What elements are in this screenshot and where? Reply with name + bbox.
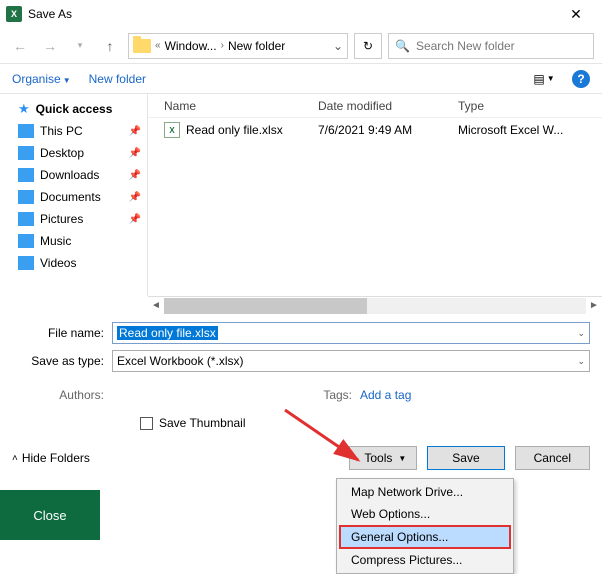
breadcrumb-seg[interactable]: Window...	[165, 39, 217, 53]
sidebar-item-label: Downloads	[40, 168, 99, 182]
help-button[interactable]: ?	[572, 70, 590, 88]
folder-icon	[133, 39, 151, 53]
refresh-button[interactable]: ↻	[354, 33, 382, 59]
sidebar-item-label: This PC	[40, 124, 83, 138]
dropdown-caret-icon: ▼	[398, 454, 406, 463]
nav-recent-dropdown[interactable]: ▾	[68, 34, 92, 58]
breadcrumb-bar[interactable]: « Window... › New folder ⌄	[128, 33, 348, 59]
explorer-toolbar: Organise▼ New folder ▤▼ ?	[0, 64, 602, 94]
nav-back-button[interactable]: ←	[8, 34, 32, 58]
search-icon: 🔍	[395, 39, 410, 53]
authors-label: Authors:	[12, 388, 112, 402]
sidebar-item-music[interactable]: Music	[0, 230, 147, 252]
savetype-dropdown[interactable]: Excel Workbook (*.xlsx) ⌄	[112, 350, 590, 372]
add-tag-link[interactable]: Add a tag	[360, 388, 411, 402]
file-date: 7/6/2021 9:49 AM	[318, 123, 458, 137]
nav-forward-button[interactable]: →	[38, 34, 62, 58]
star-icon: ★	[18, 101, 30, 117]
pin-icon: 📌	[129, 126, 141, 137]
file-row[interactable]: X Read only file.xlsx 7/6/2021 9:49 AM M…	[148, 118, 602, 142]
downloads-icon	[18, 168, 34, 182]
save-form: File name: Read only file.xlsx ⌄ Save as…	[0, 314, 602, 384]
column-headers: Name Date modified Type	[148, 94, 602, 118]
sidebar-item-this-pc[interactable]: This PC 📌	[0, 120, 147, 142]
dropdown-icon[interactable]: ⌄	[577, 356, 585, 367]
videos-icon	[18, 256, 34, 270]
pictures-icon	[18, 212, 34, 226]
pin-icon: 📌	[129, 170, 141, 181]
search-input[interactable]: 🔍 Search New folder	[388, 33, 594, 59]
menu-item-general-options[interactable]: General Options...	[339, 525, 511, 549]
hide-folders-button[interactable]: ˄ Hide Folders	[12, 451, 90, 465]
scroll-thumb[interactable]	[164, 298, 367, 314]
excel-close-panel[interactable]: Close	[0, 490, 100, 540]
file-type: Microsoft Excel W...	[458, 123, 602, 137]
savetype-label: Save as type:	[12, 354, 112, 368]
save-button[interactable]: Save	[427, 446, 504, 470]
view-options-button[interactable]: ▤▼	[534, 69, 554, 89]
excel-file-icon: X	[164, 122, 180, 138]
save-thumbnail-checkbox[interactable]	[140, 417, 153, 430]
sidebar-item-desktop[interactable]: Desktop 📌	[0, 142, 147, 164]
savetype-value: Excel Workbook (*.xlsx)	[117, 354, 243, 368]
menu-item-web-options[interactable]: Web Options...	[337, 503, 513, 525]
save-thumbnail-row: Save Thumbnail	[0, 406, 602, 442]
filename-value: Read only file.xlsx	[117, 326, 218, 340]
sidebar-item-label: Quick access	[36, 102, 113, 116]
file-list-pane: Name Date modified Type X Read only file…	[148, 94, 602, 296]
sidebar-item-pictures[interactable]: Pictures 📌	[0, 208, 147, 230]
breadcrumb-seg[interactable]: New folder	[228, 39, 285, 53]
pin-icon: 📌	[129, 192, 141, 203]
sidebar-item-label: Videos	[40, 256, 76, 270]
explorer-body: ★ Quick access This PC 📌 Desktop 📌 Downl…	[0, 94, 602, 296]
cancel-button[interactable]: Cancel	[515, 446, 590, 470]
sidebar: ★ Quick access This PC 📌 Desktop 📌 Downl…	[0, 94, 148, 296]
chevron-up-icon: ˄	[12, 453, 18, 464]
column-type-header[interactable]: Type	[458, 99, 602, 113]
music-icon	[18, 234, 34, 248]
chevron-icon: «	[155, 40, 161, 51]
new-folder-button[interactable]: New folder	[89, 72, 146, 86]
sidebar-item-label: Pictures	[40, 212, 83, 226]
meta-row: Authors: Tags: Add a tag	[0, 384, 602, 406]
title-bar: X Save As ✕	[0, 0, 602, 28]
authors-value[interactable]	[112, 388, 312, 402]
pin-icon: 📌	[129, 214, 141, 225]
sidebar-item-downloads[interactable]: Downloads 📌	[0, 164, 147, 186]
desktop-icon	[18, 146, 34, 160]
pin-icon: 📌	[129, 148, 141, 159]
close-window-button[interactable]: ✕	[556, 6, 596, 23]
nav-up-button[interactable]: ↑	[98, 34, 122, 58]
tools-dropdown-button[interactable]: Tools ▼	[349, 446, 417, 470]
column-date-header[interactable]: Date modified	[318, 99, 458, 113]
horizontal-scrollbar[interactable]: ◄ ►	[148, 296, 602, 314]
documents-icon	[18, 190, 34, 204]
excel-app-icon: X	[6, 6, 22, 22]
scroll-left-icon[interactable]: ◄	[148, 300, 164, 311]
column-name-header[interactable]: Name	[148, 99, 318, 113]
tags-label: Tags:	[312, 388, 360, 402]
dialog-button-bar: ˄ Hide Folders Tools ▼ Save Cancel	[0, 442, 602, 478]
filename-label: File name:	[12, 326, 112, 340]
sidebar-item-label: Music	[40, 234, 71, 248]
save-thumbnail-label: Save Thumbnail	[159, 416, 246, 430]
file-name: Read only file.xlsx	[186, 123, 283, 137]
chevron-right-icon: ›	[221, 40, 224, 51]
pc-icon	[18, 124, 34, 138]
sidebar-item-videos[interactable]: Videos	[0, 252, 147, 274]
breadcrumb-dropdown-icon[interactable]: ⌄	[333, 39, 343, 53]
dropdown-icon[interactable]: ⌄	[577, 328, 585, 339]
scroll-right-icon[interactable]: ►	[586, 300, 602, 311]
sidebar-item-documents[interactable]: Documents 📌	[0, 186, 147, 208]
filename-input[interactable]: Read only file.xlsx ⌄	[112, 322, 590, 344]
window-title: Save As	[28, 7, 72, 21]
sidebar-item-label: Desktop	[40, 146, 84, 160]
nav-bar: ← → ▾ ↑ « Window... › New folder ⌄ ↻ 🔍 S…	[0, 28, 602, 64]
sidebar-item-label: Documents	[40, 190, 101, 204]
search-placeholder: Search New folder	[416, 39, 515, 53]
sidebar-item-quick-access[interactable]: ★ Quick access	[0, 98, 147, 120]
organise-dropdown[interactable]: Organise▼	[12, 72, 71, 86]
menu-item-map-network-drive[interactable]: Map Network Drive...	[337, 481, 513, 503]
tools-menu: Map Network Drive... Web Options... Gene…	[336, 478, 514, 574]
